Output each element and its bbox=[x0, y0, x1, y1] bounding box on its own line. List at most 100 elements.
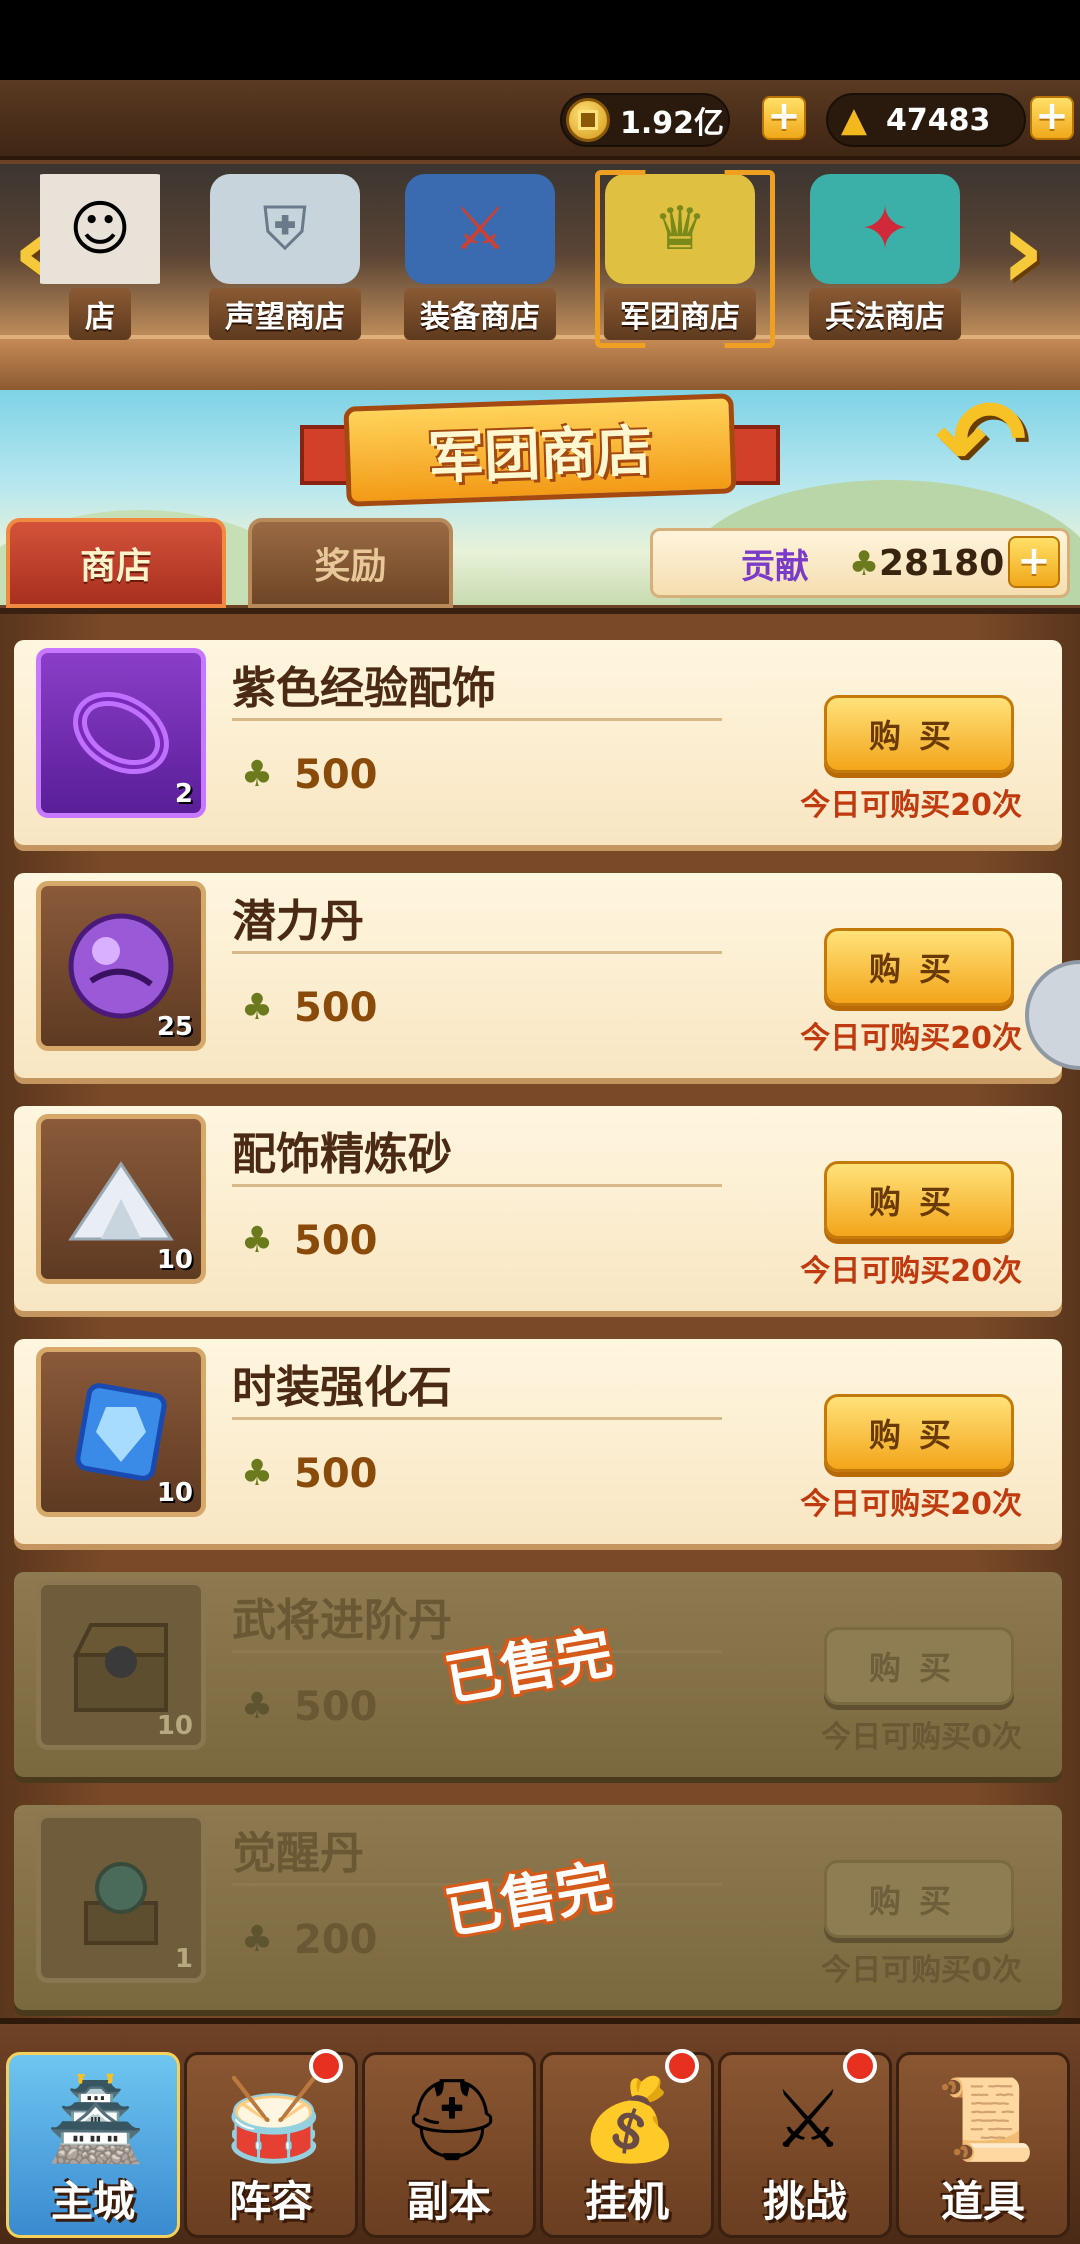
list-item: 2 紫色经验配饰 ♣ 500 购买 今日可购买20次 bbox=[14, 640, 1062, 845]
item-price: ♣ 500 bbox=[232, 1449, 378, 1499]
item-price: ♣ 500 bbox=[232, 1216, 378, 1266]
legion-token-icon: ♣ bbox=[240, 1919, 274, 1960]
item-count: 1 bbox=[174, 1944, 193, 1974]
sold-out-stamp: 已售完 bbox=[440, 1620, 618, 1715]
buy-button[interactable]: 购买 bbox=[824, 1394, 1014, 1472]
item-name: 配饰精炼砂 bbox=[232, 1129, 452, 1180]
page-title: 军团商店 bbox=[343, 393, 737, 507]
add-coins-button[interactable]: + bbox=[762, 96, 806, 140]
item-icon-frame[interactable]: 2 bbox=[36, 648, 206, 818]
purchase-limit: 今日可购买20次 bbox=[800, 1487, 1022, 1522]
coin-amount: 1.92亿 bbox=[620, 106, 725, 141]
castle-icon: 🏯 bbox=[46, 2073, 146, 2166]
item-price: ♣ 500 bbox=[232, 750, 378, 800]
item-name: 时装强化石 bbox=[232, 1362, 452, 1413]
divider bbox=[232, 951, 722, 954]
purchase-limit: 今日可购买0次 bbox=[821, 1953, 1022, 1988]
buy-button[interactable]: 购买 bbox=[824, 928, 1014, 1006]
tab-shop[interactable]: 商店 bbox=[6, 518, 226, 608]
legion-token-icon: ♣ bbox=[240, 754, 274, 795]
tab-shop-partial[interactable]: ☺ 店 bbox=[40, 170, 160, 340]
item-count: 10 bbox=[156, 1711, 193, 1741]
helmet-icon: ⛑ bbox=[401, 2073, 503, 2166]
list-item: 25 潜力丹 ♣ 500 购买 今日可购买20次 bbox=[14, 873, 1062, 1078]
sold-out-stamp: 已售完 bbox=[440, 1853, 618, 1948]
notification-badge bbox=[843, 2049, 877, 2083]
gold-ingot-icon: ▲ bbox=[840, 100, 868, 140]
tab-strip-board bbox=[0, 335, 1080, 390]
nav-idle[interactable]: 💰 挂机 bbox=[540, 2049, 714, 2238]
item-name: 潜力丹 bbox=[232, 896, 364, 947]
nav-main-city[interactable]: 🏯 主城 bbox=[6, 2052, 180, 2238]
item-price: ♣ 500 bbox=[232, 983, 378, 1033]
blue-gem-icon bbox=[75, 1383, 167, 1481]
item-name: 觉醒丹 bbox=[232, 1828, 364, 1879]
legion-token-icon: ♣ bbox=[240, 1453, 274, 1494]
purchase-limit: 今日可购买0次 bbox=[821, 1720, 1022, 1755]
item-icon-frame: 10 bbox=[36, 1580, 206, 1750]
item-icon-frame: 1 bbox=[36, 1813, 206, 1983]
treasure-chest-icon bbox=[72, 1623, 168, 1712]
potential-pill-icon bbox=[68, 913, 174, 1019]
contribution-label: 贡献 bbox=[741, 546, 809, 587]
scroll-bag-icon: 📜 bbox=[936, 2073, 1036, 2166]
nav-dungeon[interactable]: ⛑ 副本 bbox=[362, 2052, 536, 2238]
divider bbox=[232, 1417, 722, 1420]
status-bar bbox=[0, 0, 1080, 80]
purchase-limit: 今日可购买20次 bbox=[800, 788, 1022, 823]
legion-token-icon: ♣ bbox=[240, 987, 274, 1028]
scroll-right-arrow-icon[interactable]: › bbox=[1000, 195, 1070, 310]
coin-icon bbox=[566, 98, 610, 142]
buy-button-disabled: 购买 bbox=[824, 1860, 1014, 1938]
purple-ring-icon bbox=[73, 691, 169, 775]
add-ingots-button[interactable]: + bbox=[1030, 96, 1074, 140]
shield-icon: ⛨ bbox=[210, 174, 360, 284]
item-count: 10 bbox=[156, 1478, 193, 1508]
divider bbox=[232, 718, 722, 721]
divider bbox=[232, 1184, 722, 1187]
buy-button[interactable]: 购买 bbox=[824, 1161, 1014, 1239]
item-icon-frame[interactable]: 10 bbox=[36, 1114, 206, 1284]
notification-badge bbox=[309, 2049, 343, 2083]
resource-bar: 1.92亿 + ▲ 47483 + bbox=[0, 80, 1080, 160]
item-name: 紫色经验配饰 bbox=[232, 663, 496, 714]
contribution-counter: 贡献 ♣ 28180 bbox=[650, 528, 1070, 598]
item-price: ♣ 500 bbox=[232, 1682, 378, 1732]
item-count: 10 bbox=[156, 1245, 193, 1275]
tab-tactics-shop[interactable]: ✦ 兵法商店 bbox=[790, 170, 980, 340]
back-arrow-icon[interactable]: ↶ bbox=[935, 385, 1045, 495]
ingot-amount: 47483 bbox=[886, 102, 991, 138]
list-item: 10 武将进阶丹 ♣ 500 已售完 购买 今日可购买0次 bbox=[14, 1572, 1062, 1777]
nav-items[interactable]: 📜 道具 bbox=[896, 2052, 1070, 2238]
item-count: 2 bbox=[174, 779, 193, 809]
tab-reputation-shop[interactable]: ⛨ 声望商店 bbox=[190, 170, 380, 340]
item-name: 武将进阶丹 bbox=[232, 1595, 452, 1646]
ingot-counter: ▲ 47483 bbox=[826, 93, 1026, 147]
list-item: 10 配饰精炼砂 ♣ 500 购买 今日可购买20次 bbox=[14, 1106, 1062, 1311]
refining-sand-icon bbox=[68, 1161, 174, 1241]
tab-equipment-shop[interactable]: ⚔ 装备商店 bbox=[385, 170, 575, 340]
purchase-limit: 今日可购买20次 bbox=[800, 1021, 1022, 1056]
add-contribution-button[interactable]: + bbox=[1008, 536, 1060, 588]
coin-counter: 1.92亿 bbox=[560, 93, 730, 147]
legion-token-icon: ♣ bbox=[848, 544, 880, 584]
notification-badge bbox=[665, 2049, 699, 2083]
item-price: ♣ 200 bbox=[232, 1915, 378, 1965]
tab-reward[interactable]: 奖励 bbox=[248, 518, 453, 608]
nav-challenge[interactable]: ⚔ 挑战 bbox=[718, 2049, 892, 2238]
treasure-icon: ♛ bbox=[605, 174, 755, 284]
buy-button[interactable]: 购买 bbox=[824, 695, 1014, 773]
tab-legion-shop[interactable]: ♛ 军团商店 bbox=[585, 170, 775, 340]
chef-icon: ☺ bbox=[40, 174, 160, 284]
armor-icon: ⚔ bbox=[405, 174, 555, 284]
item-icon-frame[interactable]: 10 bbox=[36, 1347, 206, 1517]
legion-token-icon: ♣ bbox=[240, 1220, 274, 1261]
nav-lineup[interactable]: 🥁 阵容 bbox=[184, 2049, 358, 2238]
contribution-value: 28180 bbox=[879, 542, 1005, 584]
scroll-icon: ✦ bbox=[810, 174, 960, 284]
buy-button-disabled: 购买 bbox=[824, 1627, 1014, 1705]
item-icon-frame[interactable]: 25 bbox=[36, 881, 206, 1051]
awakening-pill-icon bbox=[84, 1862, 158, 1945]
list-item: 1 觉醒丹 ♣ 200 已售完 购买 今日可购买0次 bbox=[14, 1805, 1062, 2010]
purchase-limit: 今日可购买20次 bbox=[800, 1254, 1022, 1289]
